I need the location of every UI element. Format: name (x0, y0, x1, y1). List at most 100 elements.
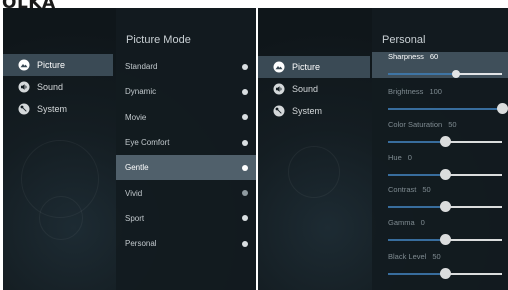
slider-knob[interactable] (439, 136, 451, 147)
sidebar-item-system[interactable]: System (3, 98, 113, 120)
slider-contrast[interactable] (388, 201, 502, 212)
panel-title: Picture Mode (126, 34, 191, 46)
slider-color-saturation[interactable] (388, 136, 502, 147)
mode-item-personal[interactable]: Personal (116, 231, 256, 256)
radio-indicator (242, 88, 248, 95)
sidebar-nav: Picture Sound System (258, 56, 370, 122)
mode-label: Eye Comfort (125, 138, 170, 148)
mode-label: Standard (125, 62, 158, 72)
mode-item-standard[interactable]: Standard (116, 54, 256, 79)
radio-indicator (242, 63, 248, 70)
slider-knob[interactable] (496, 103, 508, 114)
sidebar-item-label: Picture (292, 62, 321, 72)
setting-value: 60 (429, 52, 439, 61)
setting-brightness: Brightness 100 (372, 87, 508, 114)
mode-label: Vivid (125, 188, 143, 198)
sidebar-item-label: Sound (292, 84, 319, 94)
mode-label: Personal (125, 239, 157, 249)
setting-value: 50 (432, 252, 441, 261)
slider-knob[interactable] (439, 201, 451, 212)
picture-icon (18, 59, 30, 71)
setting-sharpness: Sharpness 60 (372, 52, 508, 78)
slider-hue[interactable] (388, 169, 502, 180)
sidebar-item-label: System (37, 104, 68, 114)
setting-value: 50 (422, 185, 431, 194)
slider-knob[interactable] (439, 268, 451, 279)
slider-fill (388, 206, 445, 208)
slider-knob[interactable] (452, 69, 461, 78)
setting-name: Hue (388, 153, 402, 162)
slider-fill (388, 108, 502, 110)
setting-label: Gamma 0 (388, 218, 425, 227)
setting-label: Color Saturation 50 (388, 120, 457, 129)
setting-label: Black Level 50 (388, 252, 441, 261)
setting-name: Contrast (388, 185, 417, 194)
sound-icon (273, 83, 285, 95)
picture-icon (273, 61, 285, 73)
setting-value: 100 (429, 87, 442, 96)
setting-value: 0 (407, 153, 412, 162)
slider-fill (388, 273, 445, 275)
slider-knob[interactable] (439, 234, 451, 245)
setting-black-level: Black Level 50 (372, 252, 508, 279)
setting-name: Sharpness (388, 52, 424, 61)
mode-item-movie[interactable]: Movie (116, 105, 256, 130)
slider-fill (388, 174, 445, 176)
background-ring (21, 140, 99, 218)
sidebar-item-picture[interactable]: Picture (258, 56, 370, 78)
setting-label: Hue 0 (388, 153, 412, 162)
setting-label: Brightness 100 (388, 87, 442, 96)
system-icon (18, 103, 30, 115)
sidebar-item-system[interactable]: System (258, 100, 370, 122)
radio-indicator (242, 164, 248, 171)
setting-name: Gamma (388, 218, 415, 227)
slider-fill (388, 239, 445, 241)
setting-name: Black Level (388, 252, 427, 261)
sidebar-item-label: Sound (37, 82, 64, 92)
mode-label: Gentle (125, 163, 149, 173)
sidebar-item-sound[interactable]: Sound (3, 76, 113, 98)
sound-icon (18, 81, 30, 93)
setting-contrast: Contrast 50 (372, 185, 508, 212)
picture-mode-panel: Picture Mode Standard Dynamic Movie Eye Com… (116, 8, 256, 290)
mode-label: Movie (125, 112, 147, 122)
slider-fill (388, 73, 457, 75)
sidebar-nav: Picture Sound System (3, 54, 113, 120)
slider-brightness[interactable] (388, 103, 508, 114)
setting-value: 50 (448, 120, 457, 129)
mode-item-gentle[interactable]: Gentle (116, 155, 256, 181)
setting-label: Sharpness 60 (388, 52, 438, 61)
tv-screen-picture-mode: Picture Sound System Picture Mode Standa… (3, 8, 256, 290)
slider-sharpness[interactable] (388, 69, 502, 78)
radio-indicator (242, 215, 248, 222)
background-ring (288, 146, 340, 198)
picture-mode-list: Standard Dynamic Movie Eye Comfort Gentle Viv… (116, 54, 256, 256)
mode-item-dynamic[interactable]: Dynamic (116, 79, 256, 104)
setting-color-saturation: Color Saturation 50 (372, 120, 508, 147)
radio-indicator (242, 139, 248, 146)
mode-item-vivid[interactable]: Vivid (116, 180, 256, 205)
sidebar-item-label: System (292, 106, 323, 116)
slider-gamma[interactable] (388, 234, 502, 245)
slider-knob[interactable] (439, 169, 451, 180)
radio-indicator (242, 114, 248, 121)
mode-item-sport[interactable]: Sport (116, 206, 256, 231)
setting-label: Contrast 50 (388, 185, 431, 194)
setting-name: Color Saturation (388, 120, 443, 129)
radio-indicator (242, 240, 248, 247)
mode-label: Dynamic (125, 87, 157, 97)
setting-name: Brightness (388, 87, 424, 96)
personal-settings-panel: Personal Sharpness 60 Brightness 100 Color S… (372, 8, 508, 290)
sidebar-item-picture[interactable]: Picture (3, 54, 113, 76)
radio-indicator (242, 190, 248, 197)
sidebar-item-sound[interactable]: Sound (258, 78, 370, 100)
setting-hue: Hue 0 (372, 153, 508, 180)
slider-fill (388, 141, 445, 143)
tv-screen-personal-settings: Picture Sound System Personal Sharpness 6… (258, 8, 508, 290)
mode-label: Sport (125, 213, 145, 223)
mode-item-eye-comfort[interactable]: Eye Comfort (116, 130, 256, 155)
slider-black-level[interactable] (388, 268, 502, 279)
setting-value: 0 (420, 218, 425, 227)
system-icon (273, 105, 285, 117)
setting-gamma: Gamma 0 (372, 218, 508, 245)
